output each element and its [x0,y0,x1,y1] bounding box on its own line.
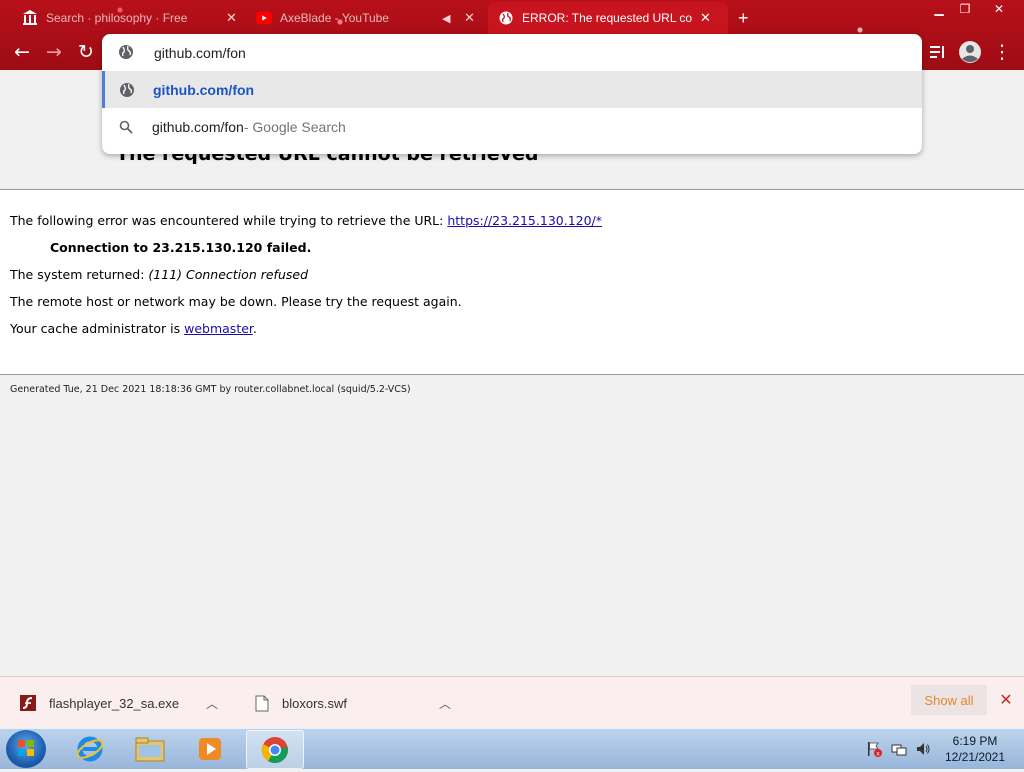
system-clock[interactable]: 6:19 PM 12/21/2021 [940,733,1010,765]
download-filename: flashplayer_32_sa.exe [49,695,180,711]
webmaster-link[interactable]: webmaster [184,321,253,336]
tab-title: AxeBlade - YouTube [280,11,389,25]
svg-text:x: x [876,751,880,758]
close-download-bar-icon[interactable]: ✕ [997,691,1015,709]
system-returned-line: The system returned: (111) Connection re… [10,267,308,282]
chevron-up-icon[interactable]: ︿ [206,695,218,712]
file-explorer-icon[interactable] [122,730,178,767]
omnibox-dropdown: github.com/fon github.com/fon - Google S… [102,34,922,154]
institution-icon [22,10,38,26]
download-bar: flashplayer_32_sa.exe ︿ bloxors.swf ︿ Sh… [0,676,1024,729]
download-filename: bloxors.swf [282,695,348,711]
cache-admin-line: Your cache administrator is webmaster. [10,321,257,336]
restore-button[interactable]: ❐ [951,0,979,18]
windows-taskbar: x 6:19 PM 12/21/2021 [0,728,1024,769]
chrome-taskbar-icon[interactable] [246,730,304,769]
clock-date: 12/21/2021 [944,750,1006,764]
close-tab-icon[interactable]: ✕ [700,10,711,26]
suggestion-suffix: - Google Search [243,118,346,135]
squid-footer: Generated Tue, 21 Dec 2021 18:18:36 GMT … [10,384,411,395]
reload-button[interactable]: ↻ [72,38,100,66]
omnibox-suggestion-search[interactable]: github.com/fon - Google Search [102,108,922,145]
flash-icon [20,695,36,711]
volume-icon[interactable] [915,741,931,757]
forward-button[interactable]: → [40,38,68,66]
close-tab-icon[interactable]: ✕ [226,10,237,26]
suggestion-text: github.com/fon [153,81,255,98]
search-icon [118,119,134,135]
error-panel: The following error was encountered whil… [0,189,1024,375]
profile-avatar[interactable] [956,38,984,66]
start-button[interactable] [6,730,46,768]
omnibox-input-row [102,34,922,71]
globe-icon [498,10,514,26]
cache-admin-label: Your cache administrator is [10,321,185,336]
tab-youtube[interactable]: AxeBlade - YouTube ◀ ✕ [252,3,484,33]
tab-error-active[interactable]: ERROR: The requested URL cou ✕ [488,2,728,34]
error-intro-line: The following error was encountered whil… [10,213,602,228]
chevron-up-icon[interactable]: ︿ [439,695,451,712]
download-item-bloxors[interactable]: bloxors.swf ︿ [255,677,465,729]
clock-time: 6:19 PM [952,734,998,748]
network-icon[interactable] [891,741,907,757]
close-window-button[interactable]: ✕ [985,0,1013,18]
minimize-button[interactable]: ▁ [925,0,953,18]
more-menu-icon[interactable]: ⋮ [988,38,1016,66]
tab-search[interactable]: Search · philosophy · Free ✕ [8,3,248,33]
download-item-flashplayer[interactable]: flashplayer_32_sa.exe ︿ [20,677,230,729]
media-player-icon[interactable] [182,730,238,767]
reading-list-icon[interactable] [924,38,952,66]
file-icon [255,695,269,712]
error-intro: The following error was encountered whil… [10,213,448,228]
system-returned-value: (111) Connection refused [148,267,308,282]
back-button[interactable]: ← [8,38,36,66]
internet-explorer-icon[interactable] [62,730,118,767]
failed-url-link[interactable]: https://23.215.130.120/* [447,213,602,228]
address-bar-input[interactable] [152,43,856,62]
youtube-icon [256,10,272,26]
globe-icon [118,44,134,64]
action-center-flag-icon[interactable]: x [866,741,882,758]
close-tab-icon[interactable]: ✕ [464,10,475,26]
remote-down-text: The remote host or network may be down. … [10,294,462,309]
connection-failed-text: Connection to 23.215.130.120 failed. [50,240,312,255]
system-returned-label: The system returned: [10,267,149,282]
show-all-button[interactable]: Show all [911,685,987,715]
tab-title: ERROR: The requested URL cou [522,11,692,25]
globe-icon [119,82,135,98]
new-tab-button[interactable]: + [738,3,749,33]
omnibox-suggestion-url[interactable]: github.com/fon [102,71,922,108]
suggestion-text: github.com/fon [152,118,244,135]
tab-title: Search · philosophy · Free [46,11,188,25]
speaker-icon[interactable]: ◀ [442,12,450,25]
cache-admin-end: . [252,321,257,336]
plus-icon: + [738,7,749,28]
